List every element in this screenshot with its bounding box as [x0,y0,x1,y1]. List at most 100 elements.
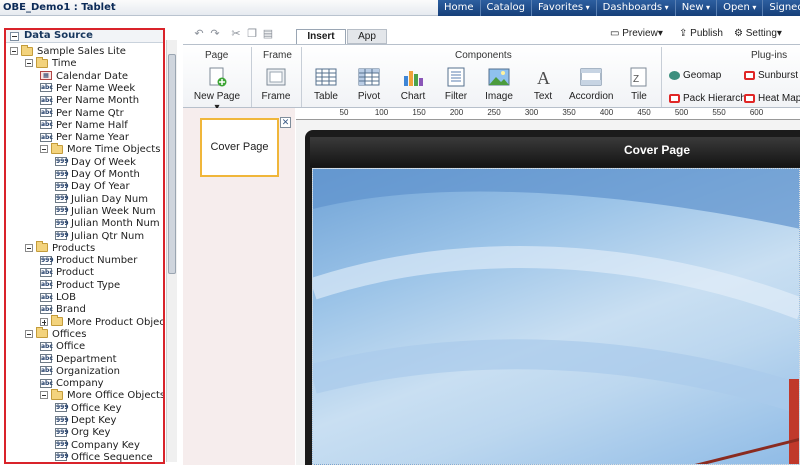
new-page-button[interactable]: New Page ▾ [191,67,243,113]
tree-folder[interactable]: Products [25,241,95,255]
tree-item[interactable]: 999 Julian Qtr Num [55,231,144,243]
tree-item[interactable]: abc Office [40,341,85,353]
tree-item[interactable]: abc Product Type [40,280,120,292]
tree-item-label: Product Type [56,279,121,291]
nav-signed-in[interactable]: Signed In [762,0,800,16]
tree-item[interactable]: abc Per Name Week [40,83,135,95]
page-title[interactable]: Cover Page [310,143,690,157]
gear-icon: ⚙ [734,28,746,39]
tab-app[interactable]: App [347,29,387,44]
collapse-icon[interactable] [40,391,48,400]
tree-item[interactable]: 999 Office Key [55,403,122,415]
tree-folder[interactable]: More Office Objects [40,388,163,402]
folder-icon [51,142,63,154]
tree-item[interactable]: 999 Product Number [40,255,137,267]
ruler-tick-label: 200 [449,108,464,117]
text-column-icon: abc [40,341,53,351]
setting-button[interactable]: ⚙ Setting▾ [734,28,782,39]
scroll-thumb[interactable] [168,54,176,274]
tree-item[interactable]: abc Per Name Month [40,95,139,107]
tree-item[interactable]: 999 Office Sequence [55,452,153,462]
pivot-button[interactable]: Pivot [351,67,387,102]
tree-item[interactable]: abc Product [40,267,94,279]
tree-item[interactable]: ▦ Calendar Date [40,71,128,83]
pack-hierarchy-button[interactable]: Pack Hierarchy [669,93,751,104]
tree-scrollbar[interactable] [166,40,177,462]
global-nav: Home Catalog Favorites Dashboards New Op… [438,0,800,16]
tree-item[interactable]: 999 Julian Day Num [55,194,148,206]
tree-item[interactable]: 999 Org Key [55,427,110,439]
frame-button[interactable]: Frame [258,67,294,102]
filter-button[interactable]: Filter [438,67,474,102]
tile-button[interactable]: Z Tile [621,67,657,102]
tree-item-label: Office [56,341,86,353]
numeric-column-icon: 999 [55,194,69,204]
nav-open[interactable]: Open [716,0,762,16]
redo-icon[interactable]: ↷ [209,28,221,40]
numeric-column-icon: 999 [55,452,69,462]
text-column-icon: abc [40,292,53,302]
numeric-column-icon: 999 [55,403,69,413]
components-group-title: Components [455,50,512,61]
folder-icon [51,388,63,400]
tree-item[interactable]: 999 Dept Key [55,415,116,427]
collapse-icon[interactable] [25,329,33,338]
cut-icon[interactable]: ✂ [230,28,242,40]
collapse-icon[interactable] [25,243,33,252]
tree-item-label: Day Of Year [71,181,130,193]
tree-item[interactable]: abc LOB [40,292,76,304]
copy-icon[interactable]: ❐ [246,28,258,40]
data-source-panel: Data Source Sample Sales Lite Time ▦ Calend… [4,28,165,464]
tree-item-label: More Time Objects [67,144,161,156]
nav-dashboards[interactable]: Dashboards [595,0,675,16]
tree-item-label: Julian Qtr Num [71,230,145,242]
cover-page-thumbnail[interactable]: Cover Page [200,118,279,177]
tree-item[interactable]: abc Department [40,354,117,366]
tree-item[interactable]: abc Per Name Qtr [40,108,124,120]
collapse-icon[interactable] [10,32,19,41]
collapse-icon[interactable] [10,47,18,55]
tree-item-label: Julian Week Num [71,205,156,217]
nav-catalog[interactable]: Catalog [479,0,531,16]
accordion-button[interactable]: Accordion [569,67,613,102]
tree-item[interactable]: 999 Julian Week Num [55,206,156,218]
sunburst-button[interactable]: Sunburst [744,70,798,81]
cover-image[interactable] [312,168,800,465]
close-icon[interactable]: ✕ [280,117,291,128]
tree-item[interactable]: 999 Day Of Month [55,169,140,181]
tree-item[interactable]: abc Organization [40,366,120,378]
tree-item[interactable]: 999 Company Key [55,440,140,452]
tree-item[interactable]: 999 Day Of Year [55,181,130,193]
preview-button[interactable]: ▭ Preview▾ [610,28,663,39]
publish-button[interactable]: ⇪ Publish [679,28,723,39]
tree-item[interactable]: abc Brand [40,304,86,316]
tree-item-label: Day Of Week [71,156,136,168]
tree-folder[interactable]: Offices [25,327,86,341]
chart-button[interactable]: Chart [395,67,431,102]
collapse-icon[interactable] [25,59,33,68]
table-button[interactable]: Table [308,67,344,102]
paste-icon[interactable]: ▤ [262,28,274,40]
tree-folder[interactable]: Time [25,56,76,70]
image-button[interactable]: Image [481,67,517,102]
expand-icon[interactable] [40,317,48,326]
nav-new[interactable]: New [674,0,716,16]
tree-folder[interactable]: Sample Sales Lite [10,44,126,58]
tree-item[interactable]: abc Per Name Half [40,120,128,132]
undo-icon[interactable]: ↶ [193,28,205,40]
page-group-title: Page [205,50,229,61]
geomap-button[interactable]: Geomap [669,70,721,81]
tab-insert[interactable]: Insert [296,29,346,44]
text-button[interactable]: A Text [525,67,561,102]
tree-item-label: Julian Day Num [71,193,148,205]
group-divider [661,47,662,107]
heat-map-button[interactable]: Heat Map [744,93,800,104]
nav-favorites[interactable]: Favorites [530,0,596,16]
tree-item[interactable]: abc Company [40,378,104,390]
tree-folder[interactable]: More Time Objects [40,142,161,156]
nav-home[interactable]: Home [438,0,480,16]
tree-folder[interactable]: More Product Objects [40,315,163,329]
tree-item[interactable]: 999 Day Of Week [55,157,136,169]
collapse-icon[interactable] [40,145,48,154]
tree-item[interactable]: 999 Julian Month Num [55,218,160,230]
